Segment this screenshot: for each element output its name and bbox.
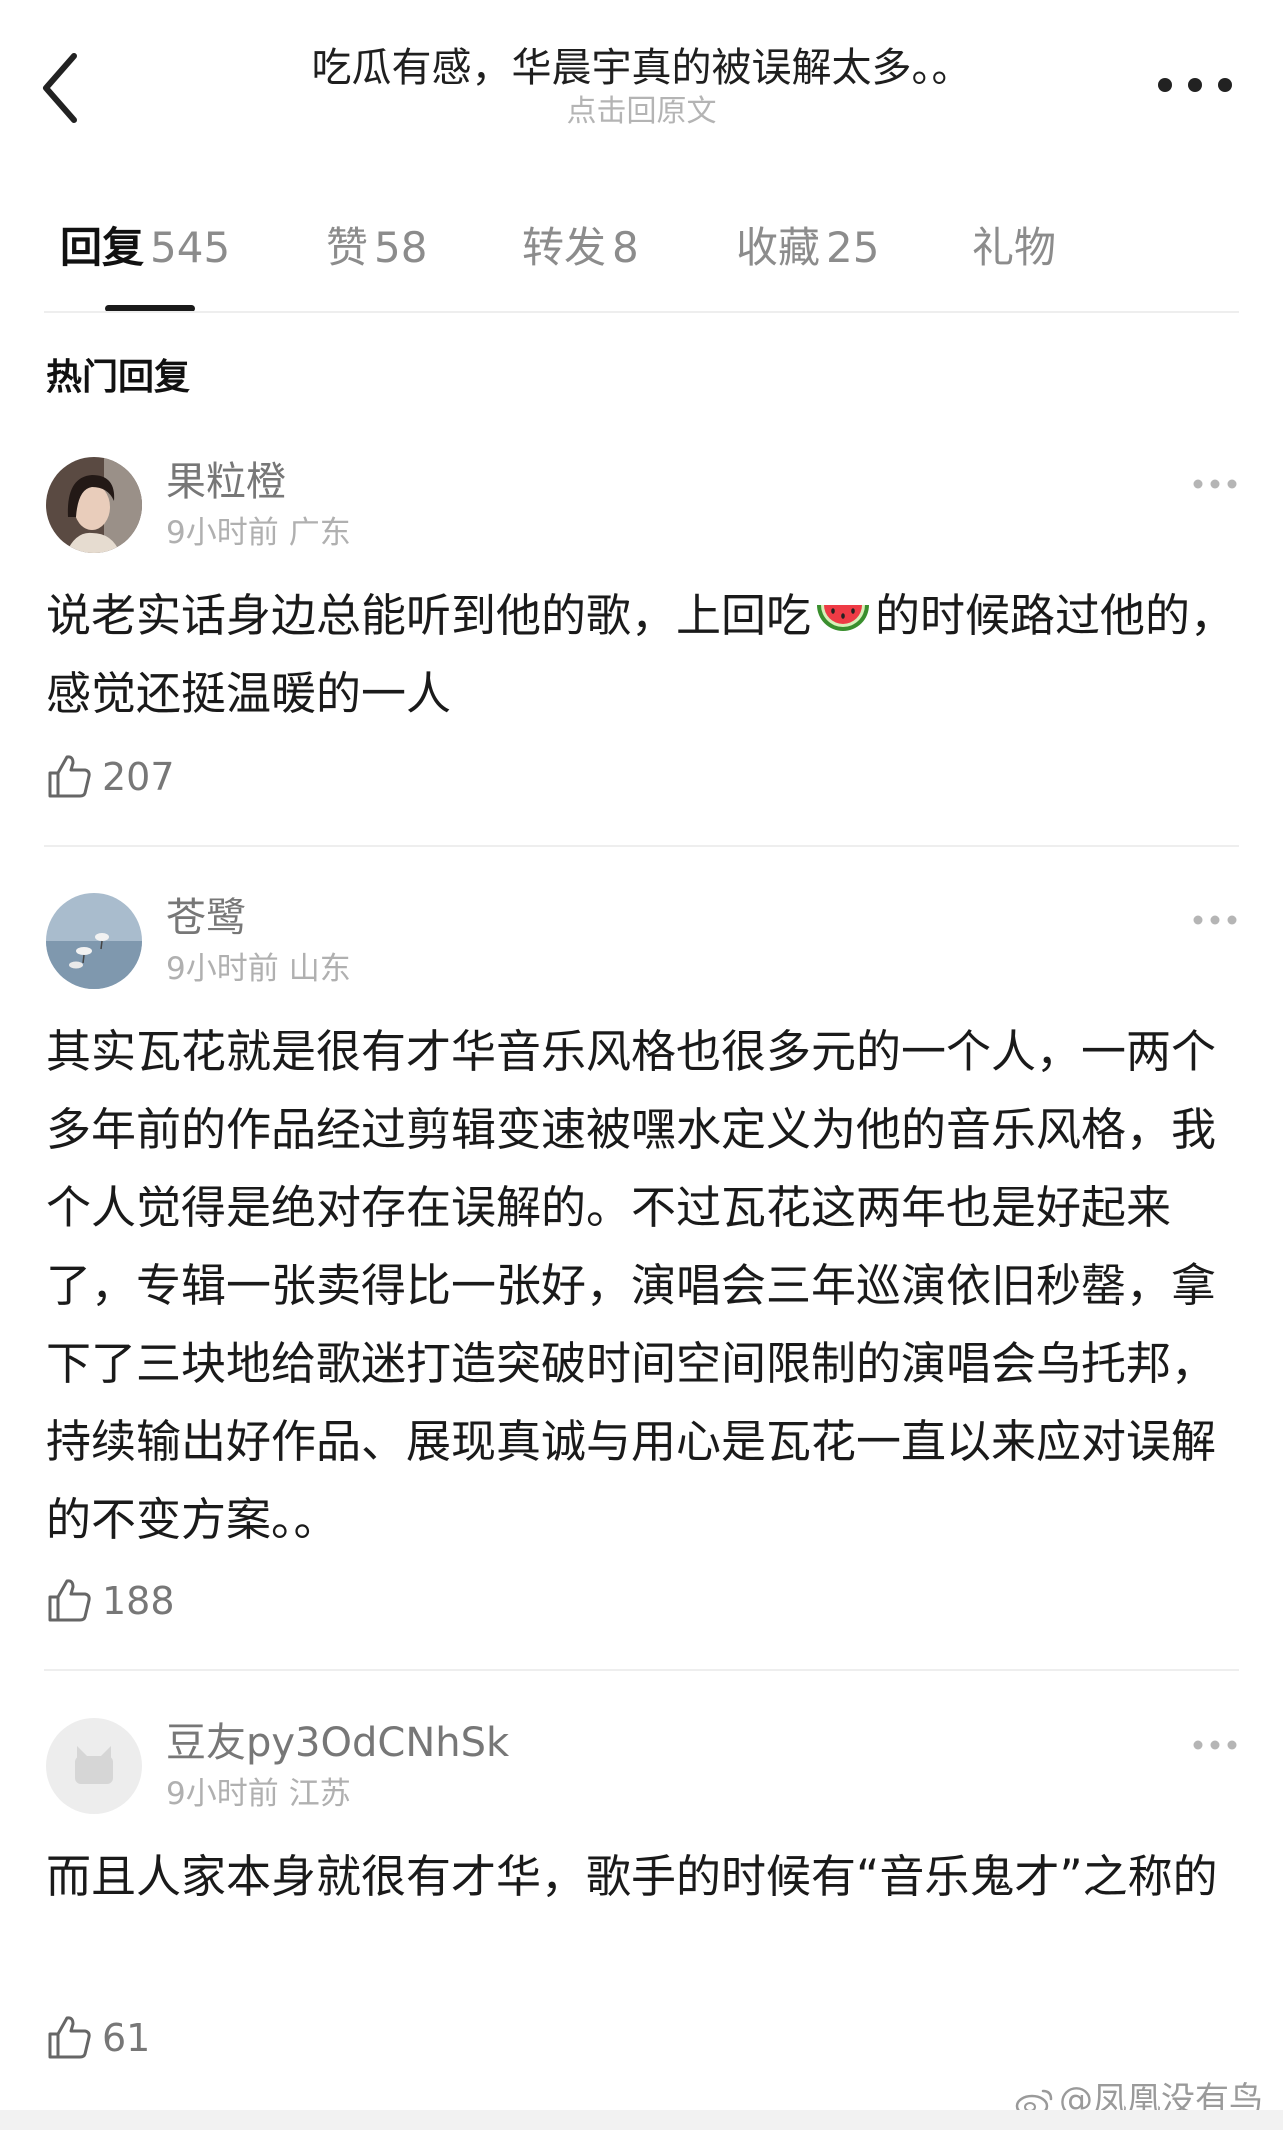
thumbs-up-icon — [48, 1579, 91, 1622]
location: 山东 — [288, 951, 351, 987]
comment-more-button[interactable] — [1190, 469, 1240, 499]
post-title[interactable]: 吃瓜有感，华晨宇真的被误解太多。。 — [200, 42, 1083, 94]
comment-item: 苍鹭 9小时前 山东 其实瓦花就是很有才华音乐风格也很多元的一个人，一两个多年前的… — [0, 893, 1283, 1633]
back-button[interactable] — [40, 48, 90, 128]
tab-label: 赞 — [326, 223, 369, 272]
tab-reposts[interactable]: 转发 8 — [522, 220, 639, 276]
comment-more-button[interactable] — [1190, 1730, 1240, 1760]
comment-meta: 9小时前 江苏 — [166, 1774, 351, 1814]
location: 广东 — [288, 515, 351, 551]
thumbs-up-icon — [48, 2016, 91, 2059]
avatar-birds-icon — [46, 893, 142, 989]
more-horizontal-icon — [1193, 479, 1237, 489]
avatar[interactable] — [46, 457, 142, 553]
avatar-portrait-icon — [46, 457, 142, 553]
bottom-strip — [0, 2110, 1283, 2130]
avatar[interactable] — [46, 1718, 142, 1814]
tab-favorites[interactable]: 收藏 25 — [736, 220, 879, 276]
tab-label: 收藏 — [736, 223, 821, 272]
back-to-original-link[interactable]: 点击回原文 — [400, 93, 883, 131]
tab-count: 58 — [374, 223, 428, 272]
avatar[interactable] — [46, 893, 142, 989]
comment-text: 说老实话身边总能听到他的歌，上回吃 的时候路过他的，感觉还挺温暖的一人 — [46, 577, 1241, 733]
timestamp: 9小时前 — [166, 515, 279, 551]
tab-label: 回复 — [60, 223, 145, 272]
timestamp: 9小时前 — [166, 1776, 279, 1812]
username[interactable]: 豆友py3OdCNhSk — [166, 1718, 509, 1768]
tab-label: 转发 — [522, 223, 607, 272]
like-count: 61 — [102, 2016, 151, 2060]
username[interactable]: 果粒橙 — [166, 457, 286, 507]
chevron-left-icon — [43, 53, 77, 123]
thumbs-up-icon — [48, 755, 91, 798]
location: 江苏 — [288, 1776, 351, 1812]
timestamp: 9小时前 — [166, 951, 279, 987]
tab-count: 25 — [826, 223, 880, 272]
comment-more-button[interactable] — [1190, 905, 1240, 935]
default-avatar-icon — [46, 1718, 142, 1814]
tab-bar: 回复 545 赞 58 转发 8 收藏 25 礼物 — [0, 200, 1283, 312]
tab-replies[interactable]: 回复 545 — [60, 220, 230, 276]
tab-count: 8 — [612, 223, 639, 272]
tab-likes[interactable]: 赞 58 — [326, 220, 427, 276]
more-horizontal-icon — [1158, 78, 1232, 92]
more-horizontal-icon — [1193, 915, 1237, 925]
divider — [44, 1669, 1239, 1671]
comment-item: 豆友py3OdCNhSk 9小时前 江苏 而且人家本身就很有才华，歌手的时候有“音… — [0, 1718, 1283, 2060]
watermelon-icon — [817, 605, 870, 631]
comment-meta: 9小时前 山东 — [166, 949, 351, 989]
comment-item: 果粒橙 9小时前 广东 说老实话身边总能听到他的歌，上回吃 的时候路过他的，感觉还… — [0, 457, 1283, 837]
username[interactable]: 苍鹭 — [166, 893, 246, 943]
tab-gifts[interactable]: 礼物 — [972, 220, 1056, 276]
tab-label: 礼物 — [972, 223, 1057, 272]
comment-meta: 9小时前 广东 — [166, 513, 351, 553]
top-bar: 吃瓜有感，华晨宇真的被误解太多。。 点击回原文 — [0, 0, 1283, 150]
section-title: 热门回复 — [46, 357, 191, 398]
more-options-button[interactable] — [1150, 60, 1240, 110]
tab-count: 545 — [150, 223, 231, 272]
divider — [44, 311, 1239, 313]
like-count: 207 — [102, 755, 175, 799]
more-horizontal-icon — [1193, 1740, 1237, 1750]
divider — [44, 845, 1239, 847]
like-count: 188 — [102, 1579, 175, 1623]
comment-text-part: 说老实话身边总能听到他的歌，上回吃 — [46, 589, 812, 642]
comment-text: 其实瓦花就是很有才华音乐风格也很多元的一个人，一两个多年前的作品经过剪辑变速被嘿… — [46, 1025, 1217, 1546]
comment-text: 而且人家本身就很有才华，歌手的时候有“音乐鬼才”之称的 — [46, 1850, 1218, 1903]
